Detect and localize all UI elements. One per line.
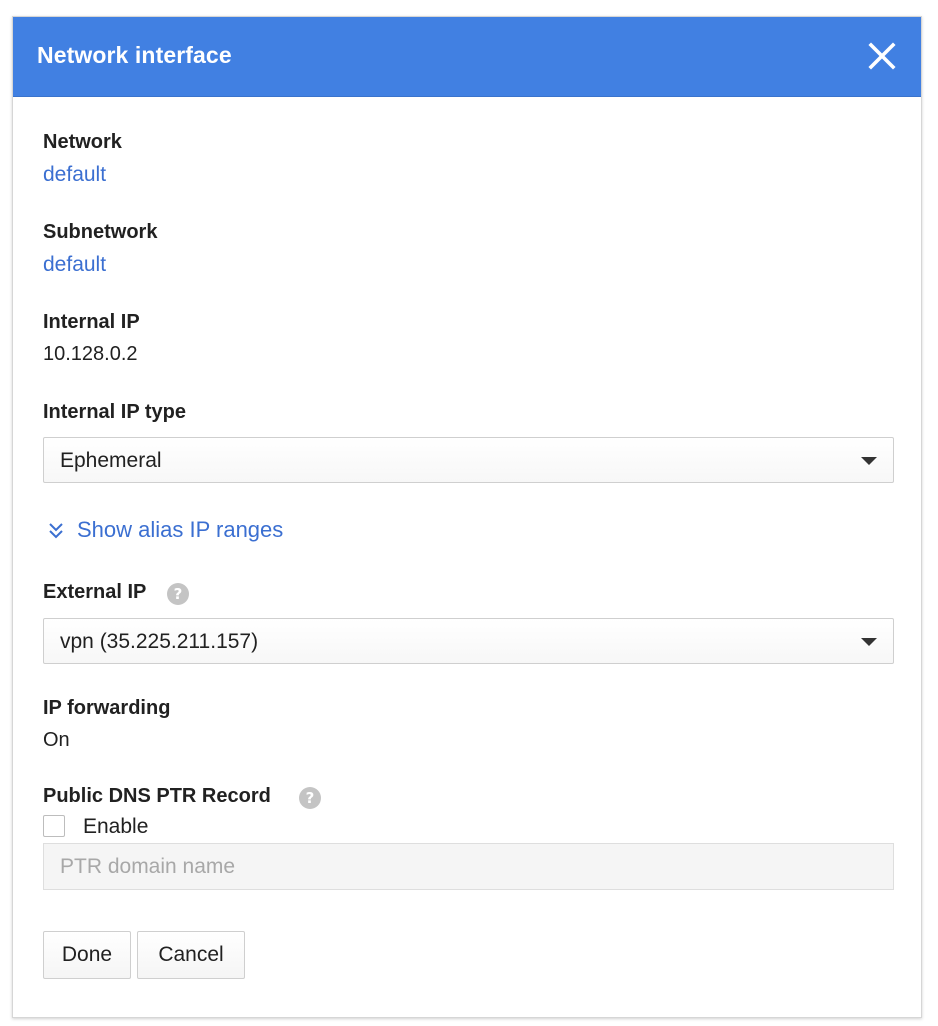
ip-forwarding-value: On [43, 729, 70, 751]
external-ip-help-icon[interactable]: ? [167, 583, 189, 605]
network-interface-dialog: Network interface Network default Subnet… [12, 16, 922, 1018]
ptr-record-help-icon[interactable]: ? [299, 787, 321, 809]
external-ip-selected: vpn (35.225.211.157) [60, 630, 259, 653]
external-ip-label: External IP [43, 581, 147, 603]
internal-ip-type-selected: Ephemeral [60, 449, 162, 472]
network-link[interactable]: default [43, 163, 106, 187]
ptr-domain-name-input[interactable] [43, 843, 894, 890]
dialog-header: Network interface [13, 17, 921, 97]
close-icon [868, 42, 896, 70]
internal-ip-type-select[interactable]: Ephemeral [43, 437, 894, 483]
internal-ip-type-label: Internal IP type [43, 401, 187, 423]
external-ip-select[interactable]: vpn (35.225.211.157) [43, 618, 894, 664]
enable-ptr-label[interactable]: Enable [83, 815, 148, 839]
close-button[interactable] [865, 39, 899, 73]
done-button[interactable]: Done [43, 931, 131, 979]
subnetwork-label: Subnetwork [43, 221, 158, 243]
ptr-record-label: Public DNS PTR Record [43, 785, 271, 807]
subnetwork-link[interactable]: default [43, 253, 106, 277]
dialog-title: Network interface [37, 42, 232, 68]
cancel-button[interactable]: Cancel [137, 931, 245, 979]
dropdown-arrow-icon [861, 457, 877, 465]
internal-ip-value: 10.128.0.2 [43, 343, 138, 365]
show-alias-ip-ranges-label: Show alias IP ranges [77, 517, 284, 542]
network-label: Network [43, 131, 122, 153]
enable-ptr-checkbox[interactable] [43, 815, 65, 837]
ip-forwarding-label: IP forwarding [43, 697, 171, 719]
double-chevron-down-icon [49, 523, 63, 539]
dropdown-arrow-icon [861, 638, 877, 646]
internal-ip-label: Internal IP [43, 311, 140, 333]
